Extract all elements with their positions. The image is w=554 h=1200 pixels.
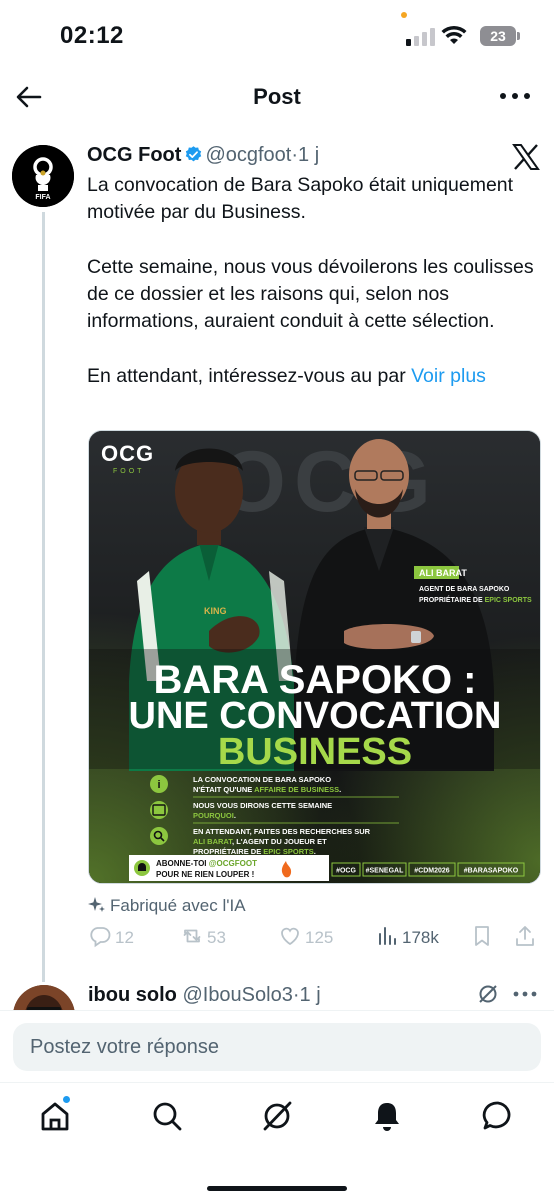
nav-messages[interactable] bbox=[481, 1099, 515, 1133]
hashtag: #OCG bbox=[336, 868, 356, 875]
bullet-search-line-3: PROPRIÉTAIRE DE EPIC SPORTS. bbox=[193, 847, 316, 856]
info-icon: i bbox=[157, 779, 160, 791]
post-actions: 12 53 125 178k bbox=[88, 920, 540, 954]
views-button[interactable]: 178k bbox=[375, 924, 439, 950]
bookmark-button[interactable] bbox=[470, 924, 497, 950]
wifi-icon bbox=[441, 25, 467, 44]
bottom-navigation bbox=[0, 1082, 554, 1200]
bullet-search-line-2: ALI BARAT, L'AGENT DU JOUEUR ET bbox=[193, 837, 327, 846]
verified-badge-icon bbox=[186, 146, 202, 162]
headline-line-3: BUSINESS bbox=[218, 731, 412, 773]
bullet-calendar-line-2: POURQUOI. bbox=[193, 811, 236, 820]
hashtag: #CDM2026 bbox=[414, 868, 450, 875]
views-chart-icon bbox=[379, 927, 396, 945]
subscribe-line-2: POUR NE RIEN LOUPER ! bbox=[156, 870, 254, 879]
post-header: Post bbox=[0, 70, 554, 128]
grok-icon[interactable] bbox=[476, 982, 500, 1006]
reply-meta-icons bbox=[476, 982, 540, 1008]
page-title: Post bbox=[253, 84, 301, 109]
post-paragraph: Cette semaine, nous vous dévoilerons les… bbox=[87, 255, 534, 333]
repost-icon bbox=[183, 929, 201, 943]
person-role-2: PROPRIÉTAIRE DE EPIC SPORTS bbox=[419, 595, 532, 604]
nav-search[interactable] bbox=[150, 1099, 184, 1133]
nav-grok[interactable] bbox=[260, 1099, 294, 1133]
post-media-image[interactable]: OCG OCG FOOT KING ALI BARAT AGENT DE BAR… bbox=[88, 430, 541, 884]
bullet-info-line-2: N'ÉTAIT QU'UNE AFFAIRE DE BUSINESS. bbox=[193, 785, 341, 794]
reply-author-handle[interactable]: @IbouSolo3 bbox=[182, 984, 292, 1006]
meta-separator: · bbox=[292, 984, 300, 1006]
cellular-signal-icon bbox=[406, 28, 436, 46]
more-options-icon[interactable] bbox=[512, 990, 538, 998]
subscribe-line-1: ABONNE-TOI @OCGFOOT bbox=[156, 859, 257, 868]
notifications-icon bbox=[375, 1103, 399, 1131]
privacy-indicator-dot bbox=[401, 12, 407, 18]
repost-button[interactable]: 53 bbox=[180, 924, 226, 950]
battery-tip bbox=[517, 32, 520, 40]
battery-indicator: 23 bbox=[480, 26, 516, 46]
post-text: La convocation de Bara Sapoko était uniq… bbox=[87, 172, 537, 390]
bullet-search-line-1: EN ATTENDANT, FAITES DES RECHERCHES SUR bbox=[193, 827, 371, 836]
reply-count: 12 bbox=[115, 928, 134, 947]
home-indicator bbox=[207, 1186, 347, 1191]
ai-label-text: Fabriqué avec l'IA bbox=[110, 896, 246, 915]
author-handle[interactable]: @ocgfoot bbox=[205, 144, 291, 166]
post-age: 1 j bbox=[298, 144, 320, 166]
bullet-info-line-1: LA CONVOCATION DE BARA SAPOKO bbox=[193, 775, 331, 784]
author-name[interactable]: OCG Foot bbox=[87, 144, 181, 166]
reply-input[interactable]: Postez votre réponse bbox=[13, 1023, 541, 1071]
person-name: ALI BARAT bbox=[419, 568, 467, 578]
svg-text:FIFA: FIFA bbox=[35, 194, 50, 201]
like-count: 125 bbox=[305, 928, 334, 947]
views-count: 178k bbox=[402, 928, 439, 947]
heart-icon bbox=[281, 927, 299, 946]
hashtag: #SENEGAL bbox=[366, 868, 404, 875]
subscribe-box: ABONNE-TOI @OCGFOOT POUR NE RIEN LOUPER … bbox=[129, 855, 329, 881]
search-icon bbox=[153, 1102, 182, 1131]
messages-icon bbox=[482, 1101, 511, 1130]
x-logo-icon bbox=[512, 144, 540, 170]
post-truncated-text: En attendant, intéressez-vous au par bbox=[87, 365, 406, 388]
repost-count: 53 bbox=[207, 928, 226, 947]
jersey-text: KING bbox=[204, 606, 227, 616]
status-time: 02:12 bbox=[60, 22, 124, 49]
nav-notifications[interactable] bbox=[370, 1099, 404, 1133]
status-bar: 02:12 23 bbox=[0, 0, 554, 70]
grok-icon bbox=[263, 1101, 292, 1131]
reply-author-name[interactable]: ibou solo bbox=[88, 984, 177, 1006]
world-cup-logo-icon: FIFA bbox=[12, 145, 74, 207]
bullet-calendar-line-1: NOUS VOUS DIRONS CETTE SEMAINE bbox=[193, 801, 332, 810]
thread-connector-line bbox=[42, 212, 45, 982]
promo-graphic: OCG OCG FOOT KING ALI BARAT AGENT DE BAR… bbox=[89, 431, 540, 883]
reply-composer-bar: Postez votre réponse bbox=[0, 1010, 554, 1082]
reply-author-line: ibou solo @IbouSolo3·1 j bbox=[88, 981, 321, 1009]
reply-age: 1 j bbox=[299, 984, 321, 1006]
author-avatar[interactable]: FIFA bbox=[12, 145, 74, 207]
hashtag: #BARASAPOKO bbox=[464, 868, 519, 875]
post-truncated-line: En attendant, intéressez-vous au par Voi… bbox=[87, 363, 537, 390]
reply-icon bbox=[90, 927, 111, 948]
post-author-line: OCG Foot @ocgfoot·1 j bbox=[87, 144, 538, 172]
media-logo-sub: FOOT bbox=[113, 468, 144, 475]
ai-generated-label[interactable]: Fabriqué avec l'IA bbox=[88, 894, 246, 918]
media-logo: OCG bbox=[101, 441, 154, 466]
sparkle-icon bbox=[88, 897, 105, 912]
share-button[interactable] bbox=[513, 924, 540, 950]
nav-home[interactable] bbox=[38, 1095, 72, 1133]
like-button[interactable]: 125 bbox=[278, 924, 333, 950]
bell-icon bbox=[138, 863, 146, 871]
bookmark-icon bbox=[475, 926, 489, 946]
person-role-1: AGENT DE BARA SAPOKO bbox=[419, 586, 510, 593]
home-notification-dot bbox=[62, 1095, 71, 1104]
reply-button[interactable]: 12 bbox=[88, 924, 134, 950]
home-icon bbox=[41, 1102, 69, 1131]
more-options-icon[interactable] bbox=[498, 90, 532, 102]
share-icon bbox=[516, 926, 534, 946]
see-more-link[interactable]: Voir plus bbox=[411, 365, 486, 387]
post-paragraph: La convocation de Bara Sapoko était uniq… bbox=[87, 174, 514, 224]
